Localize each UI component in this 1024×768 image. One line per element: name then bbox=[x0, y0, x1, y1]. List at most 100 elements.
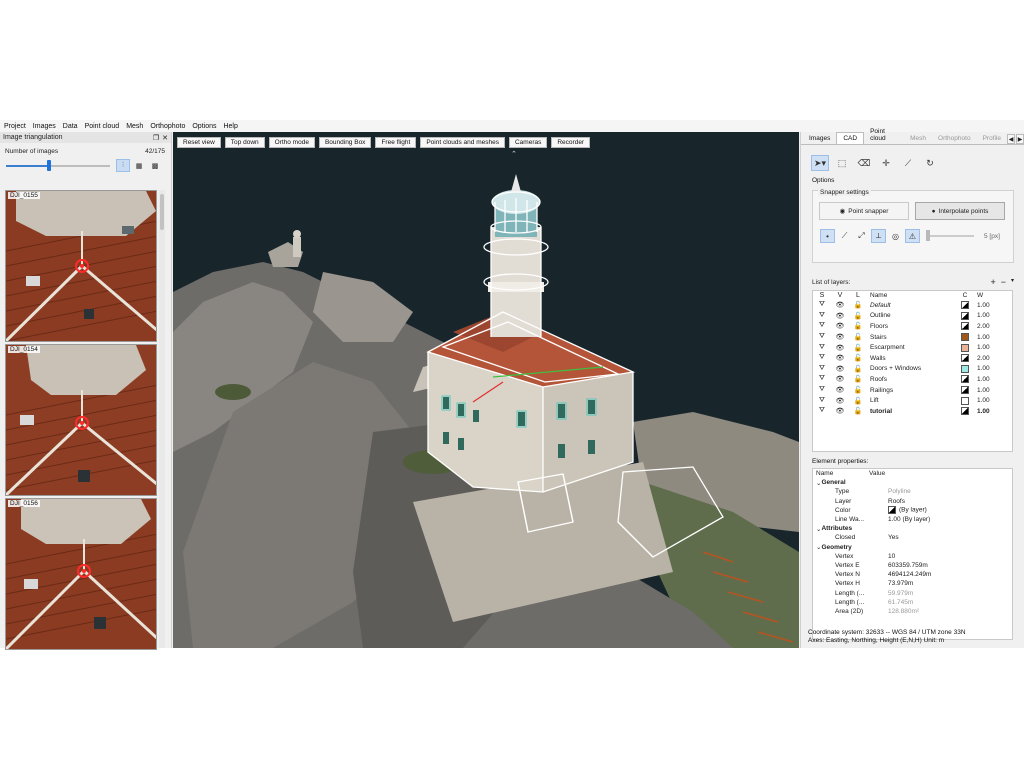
layer-row[interactable]: ⛛ 👁 🔓 Doors + Windows 1.00 bbox=[813, 364, 1012, 375]
snap-midpoint-icon[interactable]: ⤢ bbox=[854, 229, 869, 243]
top-down-button[interactable]: Top down bbox=[224, 137, 265, 148]
lock-icon[interactable]: 🔓 bbox=[849, 301, 867, 309]
layer-color-cell[interactable] bbox=[955, 407, 975, 416]
thumbnail-scrollbar[interactable] bbox=[159, 190, 165, 648]
snap-toggle-icon[interactable]: ⛛ bbox=[813, 354, 831, 362]
lock-icon[interactable]: 🔓 bbox=[849, 365, 867, 373]
layer-color-cell[interactable] bbox=[955, 322, 975, 331]
eraser-icon[interactable]: ⌫ bbox=[855, 155, 873, 171]
visibility-eye-icon[interactable]: 👁 bbox=[831, 407, 849, 415]
menu-options[interactable]: Options bbox=[192, 123, 216, 130]
visibility-eye-icon[interactable]: 👁 bbox=[831, 365, 849, 373]
bounding-box-button[interactable]: Bounding Box bbox=[318, 137, 372, 148]
snap-toggle-icon[interactable]: ⛛ bbox=[813, 312, 831, 320]
rotate-icon[interactable]: ↻ bbox=[921, 155, 939, 171]
snap-warning-icon[interactable]: ⚠ bbox=[905, 229, 920, 243]
layer-color-cell[interactable] bbox=[955, 375, 975, 384]
tab-cad[interactable]: CAD bbox=[836, 132, 865, 144]
lock-icon[interactable]: 🔓 bbox=[849, 397, 867, 405]
tab-point-cloud[interactable]: Point cloud bbox=[864, 126, 904, 144]
free-flight-button[interactable]: Free flight bbox=[375, 137, 417, 148]
property-group[interactable]: ⌄ Geometry bbox=[813, 543, 1012, 552]
menu-project[interactable]: Project bbox=[4, 123, 26, 130]
visibility-eye-icon[interactable]: 👁 bbox=[831, 397, 849, 405]
layer-row[interactable]: ⛛ 👁 🔓 Floors 2.00 bbox=[813, 321, 1012, 332]
menu-point-cloud[interactable]: Point cloud bbox=[85, 123, 120, 130]
single-column-view-button[interactable]: ⫶ bbox=[116, 159, 130, 172]
point-clouds-and-meshes-button[interactable]: Point clouds and meshes bbox=[420, 137, 505, 148]
tab-scroll-right-icon[interactable]: ▶ bbox=[1016, 134, 1024, 144]
snap-perpendicular-icon[interactable]: ⟂ bbox=[871, 229, 886, 243]
snap-distance-handle[interactable] bbox=[926, 230, 930, 241]
remove-layer-icon[interactable]: − bbox=[1001, 277, 1006, 287]
layer-row[interactable]: ⛛ 👁 🔓 Escarpment 1.00 bbox=[813, 342, 1012, 353]
layer-row[interactable]: ⛛ 👁 🔓 Walls 2.00 bbox=[813, 353, 1012, 364]
layer-row[interactable]: ⛛ 👁 🔓 Outline 1.00 bbox=[813, 311, 1012, 322]
visibility-eye-icon[interactable]: 👁 bbox=[831, 322, 849, 330]
select-arrow-icon[interactable]: ➤▾ bbox=[811, 155, 829, 171]
lock-icon[interactable]: 🔓 bbox=[849, 344, 867, 352]
layer-row[interactable]: ⛛ 👁 🔓 tutorial 1.00 bbox=[813, 406, 1012, 417]
snap-toggle-icon[interactable]: ⛛ bbox=[813, 397, 831, 405]
close-icon[interactable]: ✕ bbox=[162, 134, 168, 142]
snap-toggle-icon[interactable]: ⛛ bbox=[813, 344, 831, 352]
layer-color-cell[interactable] bbox=[955, 311, 975, 320]
lock-icon[interactable]: 🔓 bbox=[849, 322, 867, 330]
recorder-button[interactable]: Recorder bbox=[551, 137, 591, 148]
layer-color-cell[interactable] bbox=[955, 364, 975, 373]
lock-icon[interactable]: 🔓 bbox=[849, 375, 867, 383]
visibility-eye-icon[interactable]: 👁 bbox=[831, 386, 849, 394]
snap-toggle-icon[interactable]: ⛛ bbox=[813, 365, 831, 373]
layer-color-cell[interactable] bbox=[955, 396, 975, 405]
scrollbar-handle[interactable] bbox=[160, 194, 164, 230]
property-group[interactable]: ⌄ General bbox=[813, 478, 1012, 487]
layer-color-cell[interactable] bbox=[955, 301, 975, 310]
layer-row[interactable]: ⛛ 👁 🔓 Railings 1.00 bbox=[813, 385, 1012, 396]
snap-distance-slider[interactable] bbox=[926, 235, 974, 237]
lock-icon[interactable]: 🔓 bbox=[849, 386, 867, 394]
layer-color-cell[interactable] bbox=[955, 333, 975, 342]
snap-center-icon[interactable]: ◎ bbox=[888, 229, 903, 243]
float-icon[interactable]: ❐ bbox=[153, 134, 159, 142]
cameras-button[interactable]: Cameras bbox=[508, 137, 548, 148]
layer-row[interactable]: ⛛ 👁 🔓 Lift 1.00 bbox=[813, 395, 1012, 406]
layer-row[interactable]: ⛛ 👁 🔓 Default 1.00 bbox=[813, 300, 1012, 311]
tab-profile[interactable]: Profile bbox=[977, 133, 1007, 144]
3d-viewport[interactable]: Reset view Top down Ortho mode Bounding … bbox=[173, 132, 799, 648]
layer-row[interactable]: ⛛ 👁 🔓 Stairs 1.00 bbox=[813, 332, 1012, 343]
lock-icon[interactable]: 🔓 bbox=[849, 354, 867, 362]
visibility-eye-icon[interactable]: 👁 bbox=[831, 375, 849, 383]
snap-point-icon[interactable]: • bbox=[820, 229, 835, 243]
thumbnail-image[interactable]: DJI_0154 bbox=[5, 344, 157, 496]
menu-images[interactable]: Images bbox=[33, 123, 56, 130]
layer-row[interactable]: ⛛ 👁 🔓 Roofs 1.00 bbox=[813, 374, 1012, 385]
tab-mesh[interactable]: Mesh bbox=[904, 133, 932, 144]
chevron-up-icon[interactable]: ⌃ bbox=[511, 150, 517, 158]
visibility-eye-icon[interactable]: 👁 bbox=[831, 312, 849, 320]
thumbnail-image[interactable]: DJI_0155 bbox=[5, 190, 157, 342]
menu-data[interactable]: Data bbox=[63, 123, 78, 130]
point-snapper-button[interactable]: ◉ Point snapper bbox=[819, 202, 909, 220]
add-layer-icon[interactable]: + bbox=[990, 277, 995, 287]
menu-mesh[interactable]: Mesh bbox=[126, 123, 143, 130]
visibility-eye-icon[interactable]: 👁 bbox=[831, 354, 849, 362]
snap-toggle-icon[interactable]: ⛛ bbox=[813, 301, 831, 309]
ortho-mode-button[interactable]: Ortho mode bbox=[268, 137, 315, 148]
box-select-icon[interactable]: ⬚ bbox=[833, 155, 851, 171]
lock-icon[interactable]: 🔓 bbox=[849, 407, 867, 415]
layer-menu-icon[interactable]: ▾ bbox=[1011, 277, 1014, 287]
crosshair-icon[interactable]: ✛ bbox=[877, 155, 895, 171]
menu-help[interactable]: Help bbox=[223, 123, 237, 130]
snap-toggle-icon[interactable]: ⛛ bbox=[813, 322, 831, 330]
line-tool-icon[interactable]: ⟋ bbox=[899, 155, 917, 171]
image-slider-handle[interactable] bbox=[46, 160, 51, 171]
visibility-eye-icon[interactable]: 👁 bbox=[831, 344, 849, 352]
snap-toggle-icon[interactable]: ⛛ bbox=[813, 407, 831, 415]
snap-line-end-icon[interactable]: ⟋ bbox=[837, 229, 852, 243]
property-group[interactable]: ⌄ Attributes bbox=[813, 524, 1012, 533]
visibility-eye-icon[interactable]: 👁 bbox=[831, 333, 849, 341]
layer-color-cell[interactable] bbox=[955, 354, 975, 363]
snap-toggle-icon[interactable]: ⛛ bbox=[813, 386, 831, 394]
thumbnail-image[interactable]: DJI_0156 bbox=[5, 498, 157, 650]
grid-view-button[interactable]: ▦ bbox=[132, 159, 146, 172]
